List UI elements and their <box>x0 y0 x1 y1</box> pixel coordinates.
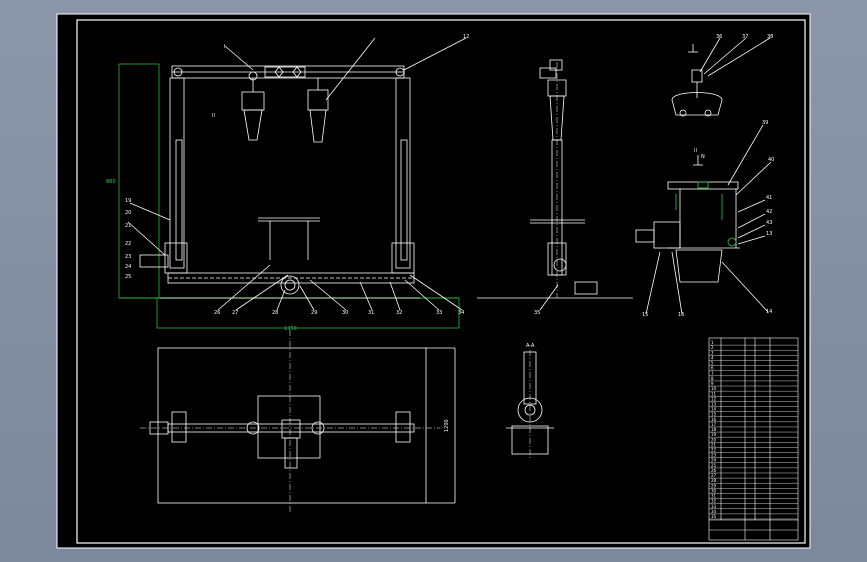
label-34: 34 <box>458 310 464 316</box>
section-mark-II: II <box>694 148 697 154</box>
label-33: 33 <box>436 310 442 316</box>
label-24: 24 <box>125 264 131 270</box>
cad-viewport: I II 12 19 20 21 22 23 24 25 26 27 28 29… <box>0 0 867 562</box>
label-A-A: A-A <box>526 343 535 349</box>
cad-drawing-sheet: I II 12 19 20 21 22 23 24 25 26 27 28 29… <box>56 13 811 549</box>
label-37: 37 <box>742 34 748 40</box>
label-39: 39 <box>762 120 768 126</box>
label-40: 40 <box>768 157 774 163</box>
label-16: 16 <box>678 312 684 318</box>
label-38: 38 <box>767 34 773 40</box>
label-26: 26 <box>214 310 220 316</box>
label-20: 20 <box>125 210 131 216</box>
section-mark-N: N <box>701 154 705 160</box>
label-41: 41 <box>766 195 772 201</box>
label-29: 29 <box>311 310 317 316</box>
label-I: I <box>224 44 225 50</box>
label-15: 15 <box>642 312 648 318</box>
dim-plan: 1200 <box>444 419 450 432</box>
label-21: 21 <box>125 223 131 229</box>
dim-front-width: 1350 <box>284 326 297 332</box>
label-25: 25 <box>125 274 131 280</box>
label-31: 31 <box>368 310 374 316</box>
label-32: 32 <box>396 310 402 316</box>
label-30: 30 <box>342 310 348 316</box>
label-14: 14 <box>766 309 772 315</box>
label-23: 23 <box>125 254 131 260</box>
label-22: 22 <box>125 241 131 247</box>
label-II: II <box>212 113 215 119</box>
label-42: 42 <box>766 209 772 215</box>
label-36: 36 <box>716 34 722 40</box>
dim-front-height: 880 <box>106 179 116 185</box>
label-19: 19 <box>125 198 131 204</box>
label-28: 28 <box>272 310 278 316</box>
title-block-row-number: 35 <box>711 514 717 519</box>
label-43: 43 <box>766 220 772 226</box>
label-13: 13 <box>766 231 772 237</box>
label-35: 35 <box>534 310 540 316</box>
label-12: 12 <box>463 34 469 40</box>
label-27: 27 <box>232 310 238 316</box>
